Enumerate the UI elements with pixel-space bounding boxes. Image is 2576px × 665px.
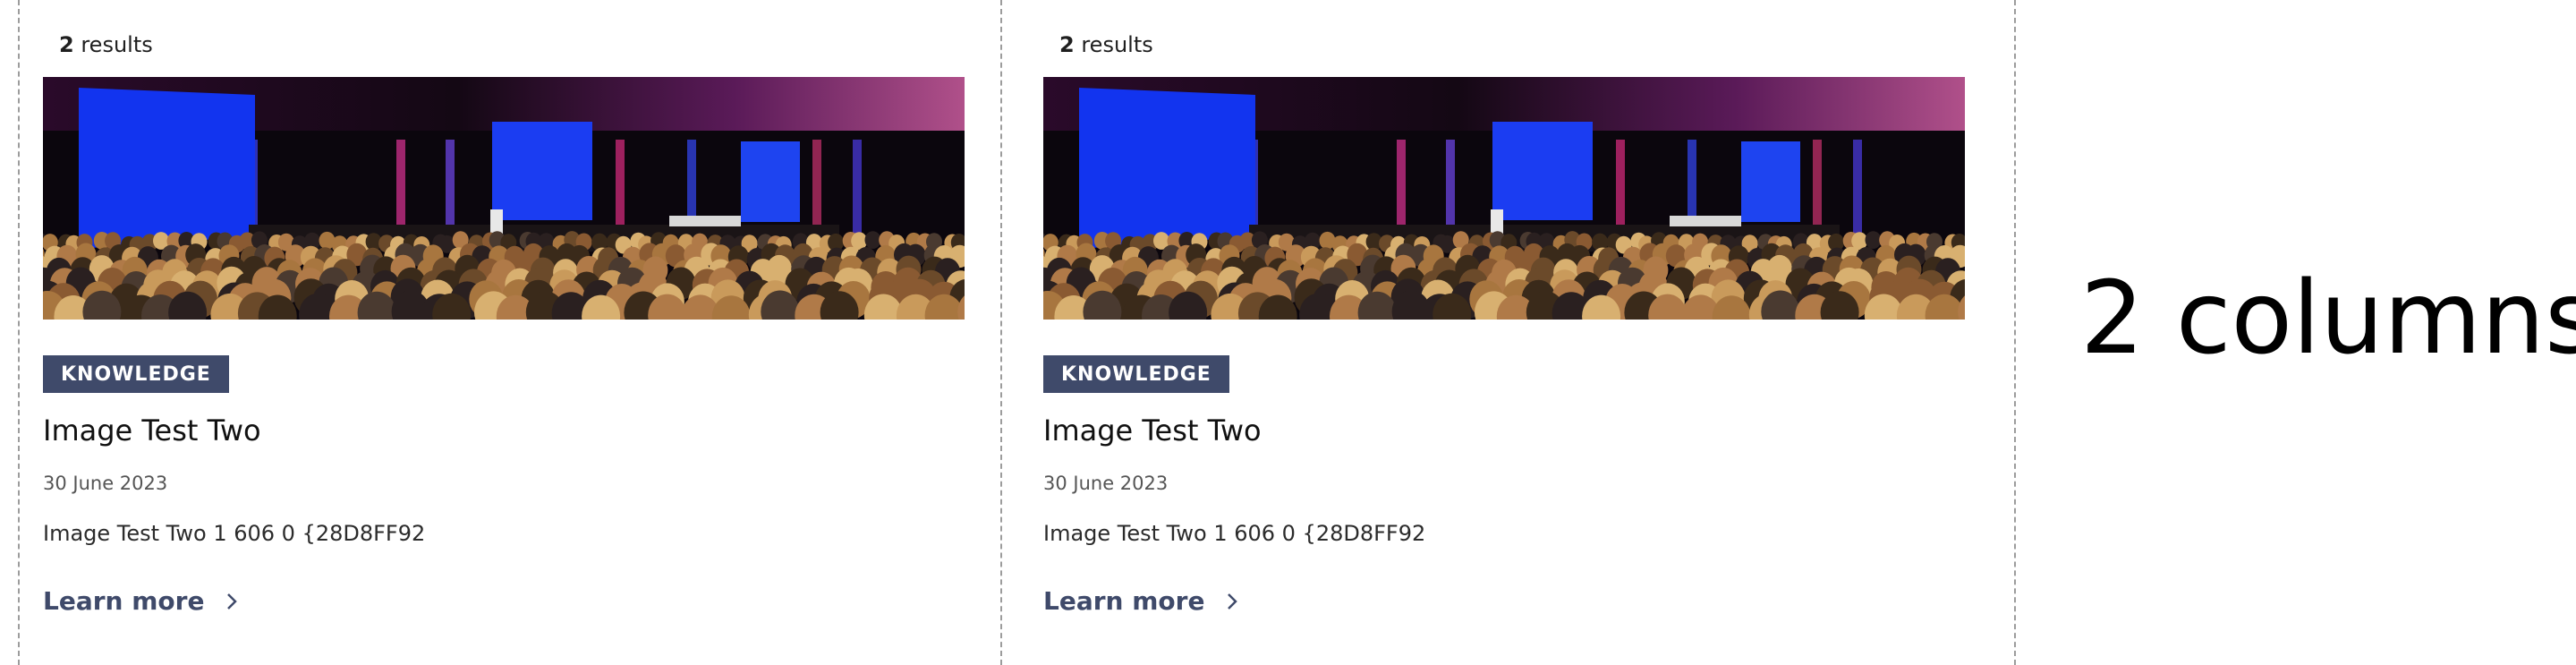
results-label: results: [1081, 32, 1153, 57]
results-count: 2 results: [59, 32, 153, 57]
learn-more-link[interactable]: Learn more: [43, 586, 242, 616]
columns-annotation: 2 columns: [2080, 260, 2576, 377]
results-number: 2: [1059, 32, 1075, 57]
card-title[interactable]: Image Test Two: [1043, 413, 1262, 448]
chevron-right-icon: [227, 593, 238, 610]
results-label: results: [81, 32, 153, 57]
card-date: 30 June 2023: [1043, 473, 1169, 494]
chevron-right-icon: [1228, 593, 1238, 610]
results-number: 2: [59, 32, 74, 57]
category-badge: KNOWLEDGE: [1043, 355, 1229, 393]
column-divider: [18, 0, 20, 665]
page: 2 results KNOWLEDGE Image Test Two 30 Ju…: [0, 0, 2576, 665]
category-badge: KNOWLEDGE: [43, 355, 229, 393]
column-divider: [1000, 0, 1002, 665]
column-divider: [2014, 0, 2016, 665]
card-title[interactable]: Image Test Two: [43, 413, 261, 448]
card-image[interactable]: [43, 77, 965, 320]
card-image[interactable]: [1043, 77, 1965, 320]
results-count: 2 results: [1059, 32, 1153, 57]
card-description: Image Test Two 1 606 0 {28D8FF92: [43, 521, 426, 546]
conference-hall-photo: [1043, 77, 1965, 320]
card-date: 30 June 2023: [43, 473, 168, 494]
learn-more-label: Learn more: [43, 586, 205, 616]
conference-hall-photo: [43, 77, 965, 320]
learn-more-label: Learn more: [1043, 586, 1205, 616]
card-description: Image Test Two 1 606 0 {28D8FF92: [1043, 521, 1426, 546]
learn-more-link[interactable]: Learn more: [1043, 586, 1242, 616]
